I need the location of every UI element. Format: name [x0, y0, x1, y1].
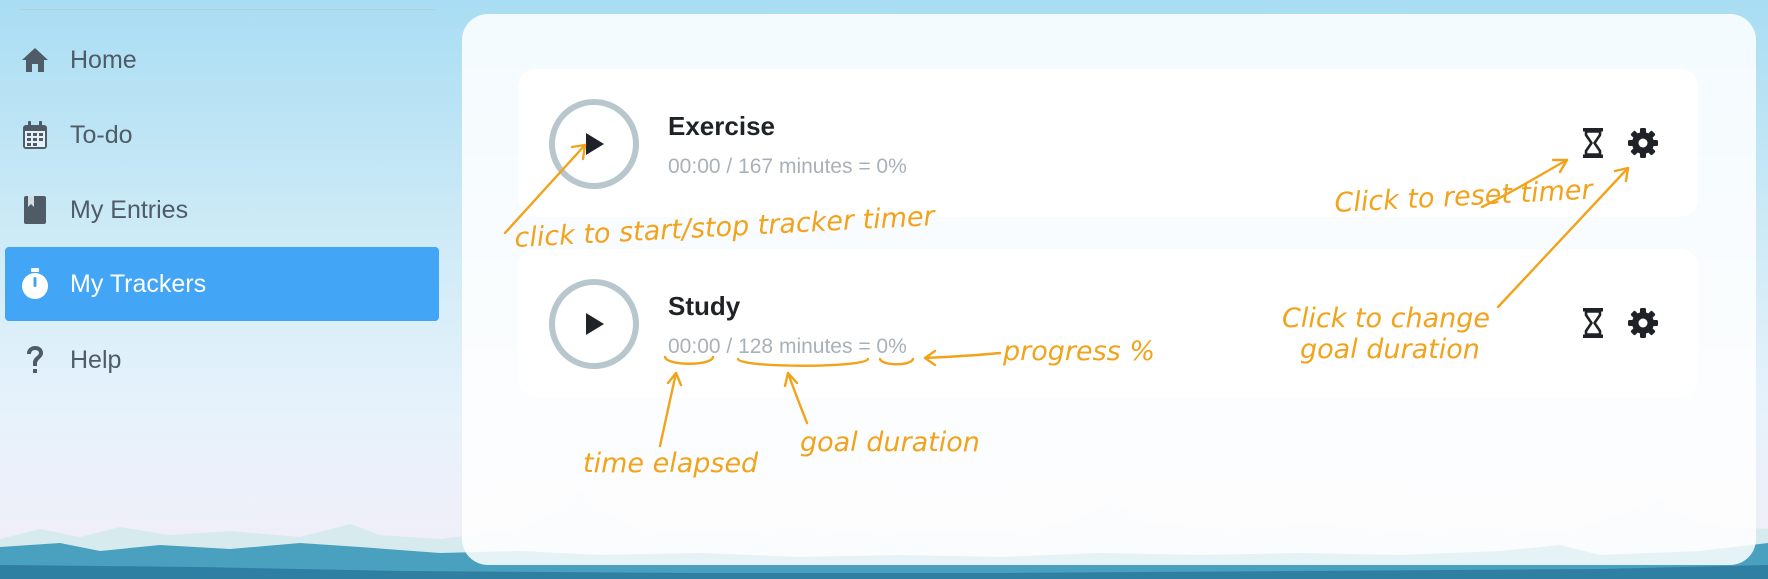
tracker-card-exercise: Exercise 00:00 / 167 minutes = 0%: [518, 69, 1698, 217]
hourglass-icon: [1583, 128, 1603, 158]
question-icon: [20, 345, 50, 375]
sidebar: Home To-do My Entries My Trackers Help: [0, 0, 445, 579]
sidebar-item-label: My Trackers: [70, 269, 207, 298]
tracker-name: Study: [668, 291, 741, 321]
tracker-stats: 00:00 / 128 minutes = 0%: [668, 335, 907, 358]
sidebar-item-label: Help: [70, 345, 122, 374]
reset-timer-button[interactable]: [1575, 125, 1611, 161]
time-elapsed: 00:00: [668, 155, 721, 178]
goal-duration: 128 minutes: [738, 335, 853, 358]
play-icon: [586, 133, 604, 155]
time-elapsed: 00:00: [668, 335, 721, 358]
stopwatch-icon: [20, 268, 50, 299]
progress-percent: 0%: [876, 335, 907, 358]
sidebar-item-todo[interactable]: To-do: [5, 98, 439, 172]
sidebar-item-my-trackers[interactable]: My Trackers: [5, 247, 439, 321]
sidebar-item-my-entries[interactable]: My Entries: [5, 173, 439, 247]
reset-timer-button[interactable]: [1575, 305, 1611, 341]
tracker-name: Exercise: [668, 111, 775, 141]
sidebar-item-help[interactable]: Help: [5, 323, 439, 397]
hourglass-icon: [1583, 308, 1603, 338]
tracker-card-study: Study 00:00 / 128 minutes = 0%: [518, 249, 1698, 397]
sidebar-item-label: My Entries: [70, 195, 189, 224]
gear-icon: [1628, 308, 1658, 338]
sidebar-item-label: Home: [70, 45, 137, 74]
sidebar-divider: [20, 9, 435, 10]
goal-duration: 167 minutes: [738, 155, 853, 178]
progress-percent: 0%: [876, 155, 907, 178]
gear-icon: [1628, 128, 1658, 158]
calendar-icon: [20, 120, 50, 150]
book-icon: [20, 195, 50, 225]
play-icon: [586, 313, 604, 335]
change-goal-button[interactable]: [1625, 305, 1661, 341]
tracker-stats: 00:00 / 167 minutes = 0%: [668, 155, 907, 178]
change-goal-button[interactable]: [1625, 125, 1661, 161]
sidebar-item-home[interactable]: Home: [5, 23, 439, 97]
home-icon: [20, 45, 50, 75]
sidebar-item-label: To-do: [70, 120, 133, 149]
play-button[interactable]: [549, 279, 639, 369]
play-button[interactable]: [549, 99, 639, 189]
